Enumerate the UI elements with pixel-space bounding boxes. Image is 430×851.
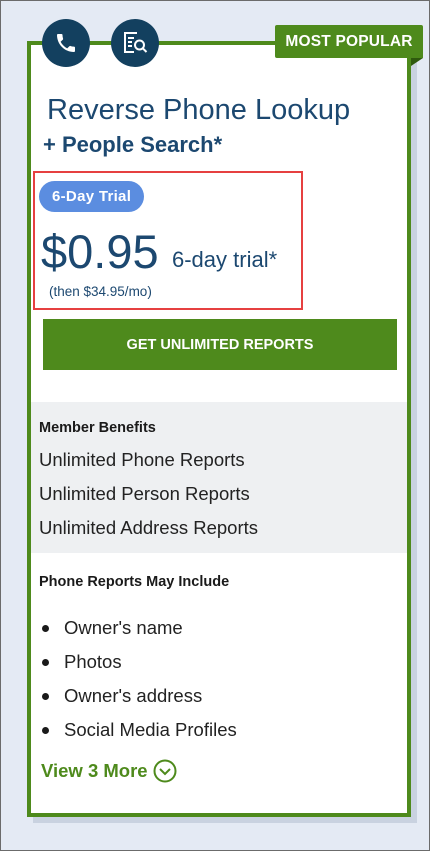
list-item: Owner's name (39, 611, 237, 645)
search-document-icon (111, 19, 159, 67)
ribbon-fold (411, 58, 423, 66)
include-list: Owner's name Photos Owner's address Soci… (39, 611, 237, 747)
list-item-label: Owner's name (64, 617, 183, 638)
bullet-icon (42, 624, 49, 632)
phone-reports-heading: Phone Reports May Include (39, 574, 230, 590)
view-more-link[interactable]: View 3 More (41, 759, 177, 783)
price-suffix: 6-day trial* (172, 247, 278, 272)
list-item: Photos (39, 645, 237, 679)
benefit-item: Unlimited Phone Reports (39, 449, 245, 470)
bullet-icon (42, 692, 49, 700)
most-popular-badge: MOST POPULAR (275, 25, 423, 58)
view-more-label: View 3 More (41, 760, 148, 781)
price: $0.95 (41, 225, 159, 278)
bullet-icon (42, 726, 49, 734)
benefit-item: Unlimited Address Reports (39, 517, 259, 538)
list-item-label: Photos (64, 651, 122, 672)
plan-title: Reverse Phone Lookup (47, 94, 351, 126)
list-item-label: Owner's address (64, 685, 203, 706)
list-item: Owner's address (39, 679, 237, 713)
get-unlimited-reports-button[interactable]: GET UNLIMITED REPORTS (43, 319, 397, 370)
plan-subtitle: + People Search* (43, 132, 223, 157)
bullet-icon (42, 658, 49, 666)
list-item: Social Media Profiles (39, 713, 237, 747)
phone-icon (42, 19, 90, 67)
chevron-down-circle-icon (153, 759, 177, 783)
benefit-item: Unlimited Person Reports (39, 483, 250, 504)
trial-badge: 6-Day Trial (39, 181, 145, 212)
list-item-label: Social Media Profiles (64, 719, 237, 740)
member-benefits-heading: Member Benefits (39, 420, 156, 436)
then-price: (then $34.95/mo) (49, 284, 152, 299)
